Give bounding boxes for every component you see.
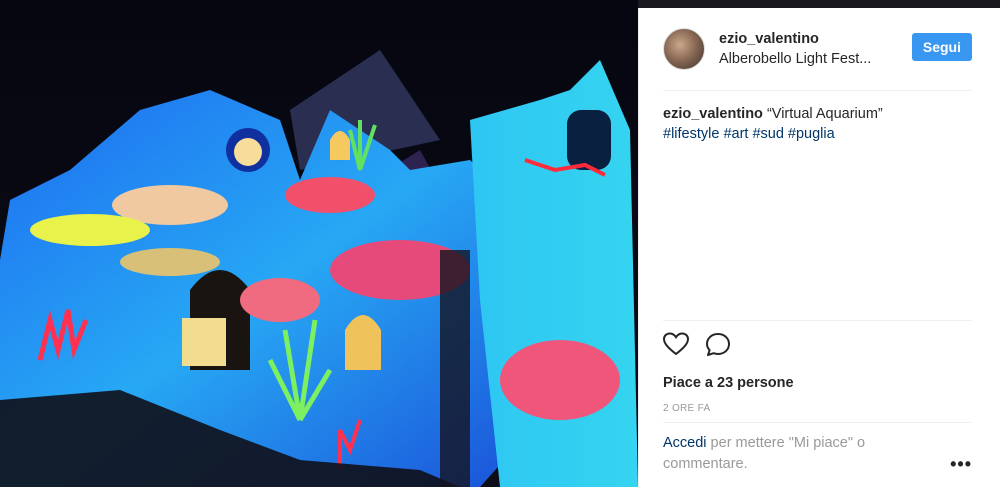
heart-icon[interactable] bbox=[663, 332, 689, 356]
likes-count[interactable]: Piace a 23 persone bbox=[663, 375, 794, 391]
follow-button[interactable]: Segui bbox=[911, 33, 972, 61]
actions-divider bbox=[663, 320, 972, 321]
caption-username[interactable]: ezio_valentino bbox=[663, 106, 763, 122]
photo-illustration bbox=[0, 0, 638, 487]
caption-text: “Virtual Aquarium” bbox=[766, 106, 883, 122]
avatar[interactable] bbox=[663, 28, 705, 70]
login-link[interactable]: Accedi bbox=[663, 435, 707, 451]
footer-divider bbox=[663, 422, 972, 423]
action-bar bbox=[663, 332, 731, 356]
post-time[interactable]: 2 ORE FA bbox=[663, 403, 710, 414]
post-photo[interactable] bbox=[0, 0, 638, 487]
hashtags[interactable]: #lifestyle #art #sud #puglia bbox=[663, 126, 835, 142]
post-caption: ezio_valentino “Virtual Aquarium” #lifes… bbox=[663, 104, 963, 144]
comment-bubble-icon[interactable] bbox=[705, 332, 731, 356]
login-prompt: Accedi per mettere "Mi piace" o commenta… bbox=[663, 433, 913, 475]
post-info-panel: ezio_valentino Alberobello Light Fest...… bbox=[638, 8, 1000, 487]
more-options-icon[interactable]: ••• bbox=[950, 454, 972, 475]
header-divider bbox=[663, 90, 972, 91]
location-link[interactable]: Alberobello Light Fest... bbox=[719, 51, 889, 67]
